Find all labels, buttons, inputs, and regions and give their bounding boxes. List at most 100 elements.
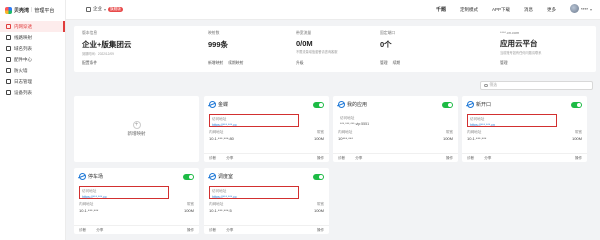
card-name: 金蝶 xyxy=(218,102,229,108)
bandwidth-value: 100M xyxy=(571,136,582,141)
app-section: 管理平台 xyxy=(34,7,55,14)
access-url-link[interactable]: https://***.***.cc xyxy=(82,195,166,199)
card-name: 调度室 xyxy=(218,174,234,180)
config-link[interactable]: 配置条件 xyxy=(82,61,97,66)
add-mapping-link[interactable]: 新增映射 xyxy=(208,61,223,66)
topbar-link-qianti[interactable]: 千题 xyxy=(436,6,446,13)
firewall-icon xyxy=(6,68,11,73)
browser-icon xyxy=(79,173,86,180)
summary-links-bandwidth: 升级 xyxy=(296,61,304,66)
card-footer: 诊断 分享 操作 xyxy=(462,153,587,162)
manage-cloud-link[interactable]: 管理 xyxy=(500,61,508,66)
topbar-link-custom[interactable]: 定制模式 xyxy=(460,7,478,13)
browser-icon xyxy=(209,101,216,108)
add-mapping-label: 新增映射 xyxy=(127,131,146,136)
org-name: 企业 xyxy=(93,6,102,11)
browser-icon xyxy=(209,173,216,180)
sidebar-item-accessories[interactable]: 配件中心 xyxy=(0,54,65,65)
diagnose-button[interactable]: 诊断 xyxy=(338,156,345,161)
enable-toggle[interactable] xyxy=(313,174,324,180)
diagnose-button[interactable]: 诊断 xyxy=(209,228,216,233)
home-icon xyxy=(86,6,91,12)
sidebar-item-devices[interactable]: 设备列表 xyxy=(0,87,65,98)
sidebar-item-firewall[interactable]: 防火墙 xyxy=(0,65,65,76)
renew-ports-link[interactable]: 续期 xyxy=(393,61,401,66)
search-icon xyxy=(484,83,488,88)
enable-toggle[interactable] xyxy=(571,102,582,108)
inner-address: 10.1.***.*** xyxy=(467,136,487,141)
add-mapping-card[interactable]: + 新增映射 xyxy=(74,96,199,162)
access-address: 访问地址 https://***.***.cn xyxy=(467,114,557,127)
mapping-card: 我的应用 访问地址 ***.***.***.vip:5551 内网地址 带宽 10… xyxy=(333,96,458,162)
share-button[interactable]: 分享 xyxy=(355,156,362,161)
upgrade-link[interactable]: 升级 xyxy=(296,61,304,66)
access-url-link[interactable]: ***.***.***.vip:5551 xyxy=(340,122,426,126)
summary-bandwidth: 带宽流量 0/0M 不限流量增值套餐请咨询客服 xyxy=(296,31,338,54)
enable-toggle[interactable] xyxy=(183,174,194,180)
summary-links-version: 配置条件 xyxy=(82,61,97,66)
share-button[interactable]: 分享 xyxy=(96,228,103,233)
mapping-card: 金蝶 访问地址 https://***.***.cc 内网地址 带宽 10.1.*… xyxy=(204,96,329,162)
sidebar-item-logs[interactable]: 日志管理 xyxy=(0,76,65,87)
log-icon xyxy=(6,79,11,84)
bandwidth-value: 100M xyxy=(313,136,324,141)
enable-toggle[interactable] xyxy=(313,102,324,108)
inner-address: 10***.*** xyxy=(338,136,353,141)
account-summary: 版本信息 企业+版集团云 到期时间：2022/12/09 映射数 999条 带宽… xyxy=(74,26,596,72)
renew-mapping-link[interactable]: 续期映射 xyxy=(228,61,243,66)
access-address: 访问地址 ***.***.***.vip:5551 xyxy=(338,114,428,127)
logo-separator: | xyxy=(31,7,33,13)
bandwidth-value: 100M xyxy=(442,136,453,141)
bandwidth-value: 100M xyxy=(313,208,324,213)
card-footer: 诊断 分享 操作 xyxy=(333,153,458,162)
access-address: 访问地址 https://***.***.cc xyxy=(79,186,169,199)
card-footer: 诊断 分享 操作 xyxy=(204,225,329,234)
chevron-down-icon: ▾ xyxy=(589,7,592,12)
user-menu[interactable]: **** ▾ xyxy=(569,4,592,13)
avatar xyxy=(569,4,579,13)
operate-button[interactable]: 操作 xyxy=(446,156,453,161)
domain-icon xyxy=(6,46,11,51)
mapping-card: 调度室 访问地址 https://***.***.cc 内网地址 带宽 10.1.… xyxy=(204,168,329,234)
summary-links-cloud: 管理 xyxy=(500,61,508,66)
summary-fixed-ports: 固定端口 0个 xyxy=(380,31,396,49)
org-selector[interactable]: 企业 ▾ 旗舰版 xyxy=(86,6,123,12)
access-address: 访问地址 https://***.***.cc xyxy=(209,114,299,127)
summary-version: 版本信息 企业+版集团云 到期时间：2022/12/09 xyxy=(82,31,132,56)
diagnose-button[interactable]: 诊断 xyxy=(209,156,216,161)
mapping-card: 新开口 访问地址 https://***.***.cn 内网地址 带宽 10.1.… xyxy=(462,96,587,162)
mapping-card: 停车场 访问地址 https://***.***.cc 内网地址 带宽 10.1.… xyxy=(74,168,199,234)
chevron-down-icon: ▾ xyxy=(104,6,107,12)
share-button[interactable]: 分享 xyxy=(226,228,233,233)
topbar-link-messages[interactable]: 消息 xyxy=(524,7,533,13)
sidebar-nav: 内网穿透 线路映射 域名列表 配件中心 防火墙 日志管理 设备列表 xyxy=(0,21,65,98)
card-name: 我的应用 xyxy=(347,102,368,108)
sidebar-item-intranet[interactable]: 内网穿透 xyxy=(0,21,65,32)
filter-placeholder: 筛选 xyxy=(489,83,498,87)
operate-button[interactable]: 操作 xyxy=(317,228,324,233)
sidebar-item-domains[interactable]: 域名列表 xyxy=(0,43,65,54)
filter-input[interactable]: 筛选 xyxy=(480,81,593,90)
manage-ports-link[interactable]: 管理 xyxy=(380,61,388,66)
accessory-icon xyxy=(6,57,11,62)
access-url-link[interactable]: https://***.***.cn xyxy=(470,123,554,127)
topbar-link-more[interactable]: 更多 xyxy=(547,7,556,13)
operate-button[interactable]: 操作 xyxy=(317,156,324,161)
operate-button[interactable]: 操作 xyxy=(187,228,194,233)
share-button[interactable]: 分享 xyxy=(226,156,233,161)
enable-toggle[interactable] xyxy=(442,102,453,108)
card-footer: 诊断 分享 操作 xyxy=(204,153,329,162)
inner-address: 10.1.***.*** xyxy=(79,208,99,213)
operate-button[interactable]: 操作 xyxy=(575,156,582,161)
access-url-link[interactable]: https://***.***.cc xyxy=(212,195,296,199)
card-name: 停车场 xyxy=(88,174,104,180)
app-logo[interactable]: 贝壳湾 | 管理平台 xyxy=(0,0,65,20)
topbar-link-app[interactable]: APP下载 xyxy=(492,7,510,13)
access-url-link[interactable]: https://***.***.cc xyxy=(212,123,296,127)
diagnose-button[interactable]: 诊断 xyxy=(79,228,86,233)
sidebar-item-line-mapping[interactable]: 线路映射 xyxy=(0,32,65,43)
diagnose-button[interactable]: 诊断 xyxy=(467,156,474,161)
inner-address: 10.1.***.***:5 xyxy=(209,208,232,213)
bandwidth-value: 100M xyxy=(183,208,194,213)
share-button[interactable]: 分享 xyxy=(484,156,491,161)
